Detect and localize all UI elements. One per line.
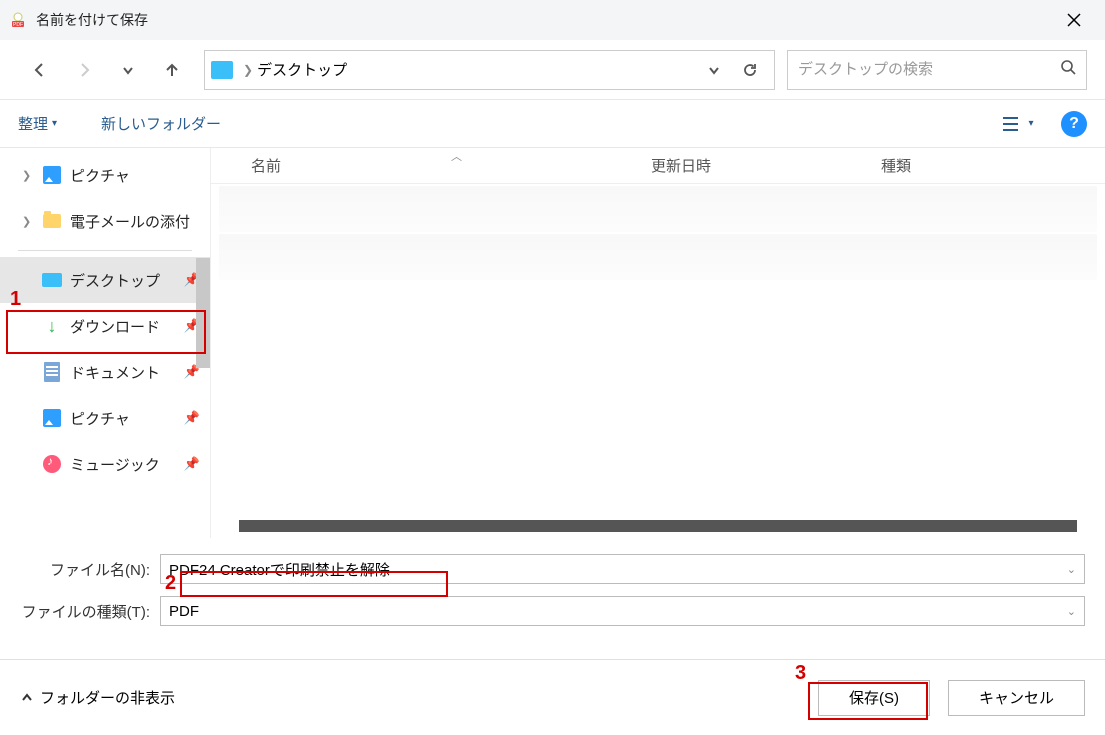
divider [18,250,192,251]
sidebar-item-label: ドキュメント [70,362,160,383]
document-icon [42,362,62,382]
breadcrumb-dropdown[interactable] [696,52,732,88]
dropdown-icon[interactable]: ⌄ [1067,563,1076,576]
save-button[interactable]: 保存(S) [818,680,930,716]
sidebar-item-pictures[interactable]: ❯ ピクチャ [0,152,210,198]
folder-icon [42,211,62,231]
column-name[interactable]: 名前 [211,155,651,176]
organize-menu[interactable]: 整理 ▾ [18,113,57,134]
close-button[interactable] [1051,0,1097,40]
sidebar-item-email-attachments[interactable]: ❯ 電子メールの添付 [0,198,210,244]
chevron-right-icon: ❯ [243,63,253,77]
new-folder-button[interactable]: 新しいフォルダー [101,113,221,134]
save-label: 保存(S) [849,687,899,708]
filetype-value: PDF [169,603,199,620]
file-list-header: 名前 更新日時 種類 [211,148,1105,184]
file-list: ︿ 名前 更新日時 種類 [210,148,1105,538]
sidebar-item-documents[interactable]: ドキュメント 📌 [0,349,210,395]
body-area: ❯ ピクチャ ❯ 電子メールの添付 デスクトップ 📌 ↓ ダウンロード 📌 ドキ… [0,148,1105,538]
nav-row: ❯ デスクトップ [0,40,1105,100]
location-icon [211,61,233,79]
footer: フォルダーの非表示 保存(S) キャンセル [0,659,1105,735]
svg-text:PDF: PDF [13,22,23,28]
sidebar-scrollbar[interactable] [196,258,210,368]
filename-label: ファイル名(N): [20,559,160,580]
breadcrumb[interactable]: ❯ デスクトップ [204,50,775,90]
monitor-icon [42,270,62,290]
caret-down-icon: ▾ [1028,118,1033,129]
toolbar: 整理 ▾ 新しいフォルダー ▾ ? [0,100,1105,148]
up-button[interactable] [150,48,194,92]
sidebar-item-label: ダウンロード [70,316,160,337]
app-icon: PDF [8,10,28,30]
sidebar-item-pictures-pinned[interactable]: ピクチャ 📌 [0,395,210,441]
window-title: 名前を付けて保存 [36,10,148,30]
download-icon: ↓ [42,316,62,336]
chevron-up-icon [20,691,34,705]
filename-value: PDF24 Creatorで印刷禁止を解除 [169,559,390,580]
sidebar-item-label: ミュージック [70,454,160,475]
cancel-button[interactable]: キャンセル [948,680,1085,716]
pin-icon: 📌 [184,410,200,426]
titlebar: PDF 名前を付けて保存 [0,0,1105,40]
sidebar-item-label: ピクチャ [70,165,130,186]
filetype-label: ファイルの種類(T): [20,601,160,622]
chevron-right-icon: ❯ [22,169,34,182]
cancel-label: キャンセル [979,687,1054,708]
file-row-blurred [219,186,1097,232]
sidebar-item-label: 電子メールの添付 [70,211,190,232]
sidebar-item-desktop[interactable]: デスクトップ 📌 [0,257,210,303]
sidebar: ❯ ピクチャ ❯ 電子メールの添付 デスクトップ 📌 ↓ ダウンロード 📌 ドキ… [0,148,210,538]
filename-field[interactable]: PDF24 Creatorで印刷禁止を解除 ⌄ [160,554,1085,584]
dropdown-icon[interactable]: ⌄ [1067,605,1076,618]
form-area: ファイル名(N): PDF24 Creatorで印刷禁止を解除 ⌄ ファイルの種… [0,538,1105,630]
organize-label: 整理 [18,113,48,134]
filetype-row: ファイルの種類(T): PDF ⌄ [20,592,1085,630]
forward-button[interactable] [62,48,106,92]
recent-dropdown[interactable] [106,48,150,92]
file-row-blurred [219,234,1097,280]
sidebar-item-music[interactable]: ミュージック 📌 [0,441,210,487]
back-button[interactable] [18,48,62,92]
view-menu[interactable]: ▾ [1001,107,1035,141]
chevron-right-icon: ❯ [22,215,34,228]
breadcrumb-location[interactable]: デスクトップ [257,59,347,80]
sidebar-item-label: デスクトップ [70,270,160,291]
filename-row: ファイル名(N): PDF24 Creatorで印刷禁止を解除 ⌄ [20,550,1085,588]
new-folder-label: 新しいフォルダー [101,113,221,134]
hide-folders-label: フォルダーの非表示 [40,687,175,708]
picture-icon [42,165,62,185]
pin-icon: 📌 [184,456,200,472]
column-date[interactable]: 更新日時 [651,155,881,176]
search-box[interactable] [787,50,1087,90]
search-icon[interactable] [1060,59,1076,80]
sidebar-item-downloads[interactable]: ↓ ダウンロード 📌 [0,303,210,349]
picture-icon [42,408,62,428]
column-type[interactable]: 種類 [881,155,1105,176]
refresh-button[interactable] [732,52,768,88]
caret-down-icon: ▾ [52,118,57,129]
music-icon [42,454,62,474]
filetype-field[interactable]: PDF ⌄ [160,596,1085,626]
help-button[interactable]: ? [1061,111,1087,137]
horizontal-scrollbar[interactable] [239,520,1077,532]
search-input[interactable] [798,61,1060,78]
sort-indicator-icon: ︿ [451,148,462,164]
sidebar-item-label: ピクチャ [70,408,130,429]
hide-folders-toggle[interactable]: フォルダーの非表示 [20,687,175,708]
